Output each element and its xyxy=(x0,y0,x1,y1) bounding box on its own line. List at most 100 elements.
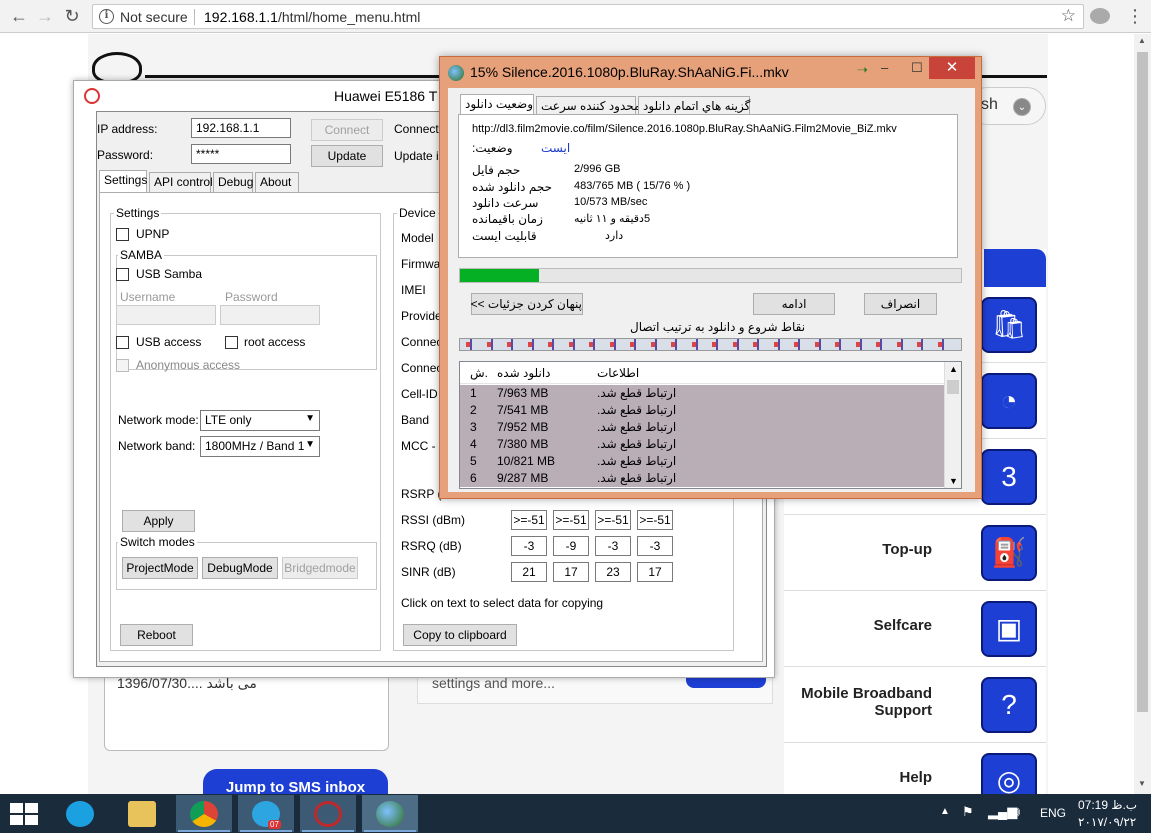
tab-debug[interactable]: Debug xyxy=(213,172,253,192)
list-item[interactable]: 6 9/287 MB ارتباط قطع شد. xyxy=(460,470,944,487)
bridged-mode-button[interactable]: Bridgedmode xyxy=(282,557,358,579)
rsrq-value[interactable]: -3 xyxy=(595,536,631,556)
connections-list[interactable]: ش. دانلود شده اطلاعات 1 7/963 MB ارتباط قط… xyxy=(459,361,962,489)
rssi-value[interactable]: >=-51 xyxy=(637,510,673,530)
taskbar-telegram[interactable]: 07 xyxy=(238,795,294,832)
anonymous-access-checkbox[interactable] xyxy=(116,359,129,372)
debug-mode-button[interactable]: DebugMode xyxy=(202,557,278,579)
column-header-number[interactable]: ش. xyxy=(470,366,488,380)
tab-download-status[interactable]: وضعیت دانلود xyxy=(460,94,534,116)
bookmark-star-icon[interactable]: ☆ xyxy=(1061,6,1076,26)
samba-password-input[interactable] xyxy=(220,305,320,325)
copy-to-clipboard-button[interactable]: Copy to clipboard xyxy=(403,624,517,646)
forward-icon[interactable]: → xyxy=(35,6,55,26)
tab-api-control[interactable]: API control xyxy=(149,172,213,192)
scroll-up-icon[interactable]: ▲ xyxy=(1138,36,1146,45)
scroll-down-icon[interactable]: ▼ xyxy=(949,476,958,486)
tab-speed-limiter[interactable]: محدود کننده سرعت xyxy=(536,96,640,116)
scroll-thumb[interactable] xyxy=(947,380,959,394)
taskbar-huawei-tool[interactable] xyxy=(300,795,356,832)
tray-expand-icon[interactable]: ▲ xyxy=(940,806,950,817)
taskbar-explorer[interactable] xyxy=(114,795,170,832)
sinr-value[interactable]: 17 xyxy=(637,562,673,582)
reboot-button[interactable]: Reboot xyxy=(120,624,193,646)
taskbar-ie[interactable] xyxy=(52,795,108,832)
rsrq-value[interactable]: -9 xyxy=(553,536,589,556)
rsrq-value[interactable]: -3 xyxy=(637,536,673,556)
hide-details-button[interactable]: پنهان کردن جزئیات >> xyxy=(471,293,583,315)
password-input[interactable]: ***** xyxy=(191,144,291,164)
rsrq-label[interactable]: RSRQ (dB) xyxy=(401,539,462,553)
volume-icon[interactable]: 🔊︎ xyxy=(1012,804,1020,820)
clock-time[interactable]: 07:19 ب.ظ xyxy=(1078,798,1137,812)
rssi-value[interactable]: >=-51 xyxy=(553,510,589,530)
usb-samba-checkbox[interactable] xyxy=(116,268,129,281)
rssi-value[interactable]: >=-51 xyxy=(511,510,547,530)
maximize-button[interactable]: ☐ xyxy=(911,60,923,76)
menu-item-topup[interactable]: Top-up ⛽ xyxy=(784,515,1046,591)
sinr-label[interactable]: SINR (dB) xyxy=(401,565,456,579)
upnp-checkbox[interactable] xyxy=(116,228,129,241)
sms-preview-box[interactable]: 1396/07/30.... می باشد xyxy=(104,666,389,751)
menu-item-selfcare[interactable]: Selfcare ▣ xyxy=(784,591,1046,667)
action-flag-icon[interactable]: ⚑ xyxy=(962,804,974,820)
download-url[interactable]: http://dl3.film2movie.co/film/Silence.20… xyxy=(472,123,897,135)
back-icon[interactable]: ← xyxy=(9,6,29,26)
menu-item-help[interactable]: Help ◎ xyxy=(784,743,1046,794)
sinr-value[interactable]: 21 xyxy=(511,562,547,582)
usb-access-checkbox[interactable] xyxy=(116,336,129,349)
resume-button[interactable]: ادامه xyxy=(753,293,835,315)
scroll-up-icon[interactable]: ▲ xyxy=(949,364,958,374)
network-mode-select[interactable]: LTE only ▼ xyxy=(200,410,320,431)
list-item[interactable]: 5 10/821 MB ارتباط قطع شد. xyxy=(460,453,944,470)
reload-icon[interactable]: ↻ xyxy=(62,6,82,26)
rsrp-label[interactable]: RSRP ( xyxy=(401,487,441,501)
list-item[interactable]: 2 7/541 MB ارتباط قطع شد. xyxy=(460,402,944,419)
rssi-value[interactable]: >=-51 xyxy=(595,510,631,530)
connection-status-label[interactable]: Connec xyxy=(401,361,442,375)
chrome-menu-icon[interactable]: ⋮ xyxy=(1126,4,1144,28)
list-item[interactable]: 4 7/380 MB ارتباط قطع شد. xyxy=(460,436,944,453)
rssi-label[interactable]: RSSI (dBm) xyxy=(401,513,465,527)
close-button[interactable]: ✕ xyxy=(929,57,975,79)
list-item[interactable]: 1 7/963 MB ارتباط قطع شد. xyxy=(460,385,944,402)
sinr-value[interactable]: 23 xyxy=(595,562,631,582)
column-header-info[interactable]: اطلاعات xyxy=(597,366,639,380)
scroll-thumb[interactable] xyxy=(1137,52,1148,712)
menu-item-support[interactable]: Mobile Broadband Support ? xyxy=(784,667,1046,743)
clock-date[interactable]: ۲۰۱۷/۰۹/۲۲ xyxy=(1078,815,1136,829)
firmware-label[interactable]: Firmwar xyxy=(401,257,444,271)
dialog-titlebar[interactable]: 15% Silence.2016.1080p.BluRay.ShAaNiG.Fi… xyxy=(440,57,981,88)
band-label[interactable]: Band xyxy=(401,413,429,427)
list-item[interactable]: 3 7/952 MB ارتباط قطع شد. xyxy=(460,419,944,436)
sinr-value[interactable]: 17 xyxy=(553,562,589,582)
connect-button[interactable]: Connect xyxy=(311,119,383,141)
scroll-down-icon[interactable]: ▼ xyxy=(1138,779,1146,788)
taskbar-idm[interactable] xyxy=(362,795,418,832)
column-header-downloaded[interactable]: دانلود شده xyxy=(497,366,551,380)
project-mode-button[interactable]: ProjectMode xyxy=(122,557,198,579)
page-scrollbar[interactable]: ▲ ▼ xyxy=(1134,34,1151,794)
apply-button[interactable]: Apply xyxy=(122,510,195,532)
url-text[interactable]: 192.168.1.1/html/home_menu.html xyxy=(204,9,420,25)
extension-icon[interactable] xyxy=(1090,8,1110,24)
model-label[interactable]: Model xyxy=(401,231,434,245)
pin-arrow-icon[interactable]: ➝ xyxy=(857,62,868,78)
root-access-checkbox[interactable] xyxy=(225,336,238,349)
list-scrollbar[interactable]: ▲ ▼ xyxy=(944,362,961,488)
imei-label[interactable]: IMEI xyxy=(401,283,426,297)
tab-settings[interactable]: Settings xyxy=(99,170,147,192)
minimize-button[interactable]: – xyxy=(881,60,888,75)
address-bar[interactable]: i Not secure 192.168.1.1/html/home_menu.… xyxy=(92,4,1084,29)
connection-type-label[interactable]: Connec xyxy=(401,335,442,349)
chevron-down-icon[interactable]: ⌄ xyxy=(1013,98,1031,116)
tab-about[interactable]: About xyxy=(255,172,299,192)
menu-tab[interactable] xyxy=(984,249,1046,287)
username-input[interactable] xyxy=(116,305,216,325)
windows-start-icon[interactable] xyxy=(10,803,38,825)
tab-completion-options[interactable]: گزینه هاي اتمام دانلود xyxy=(638,96,750,116)
cancel-button[interactable]: انصراف xyxy=(864,293,937,315)
jump-to-sms-button[interactable]: Jump to SMS inbox xyxy=(203,769,388,794)
language-indicator[interactable]: ENG xyxy=(1040,806,1066,820)
ip-address-input[interactable]: 192.168.1.1 xyxy=(191,118,291,138)
